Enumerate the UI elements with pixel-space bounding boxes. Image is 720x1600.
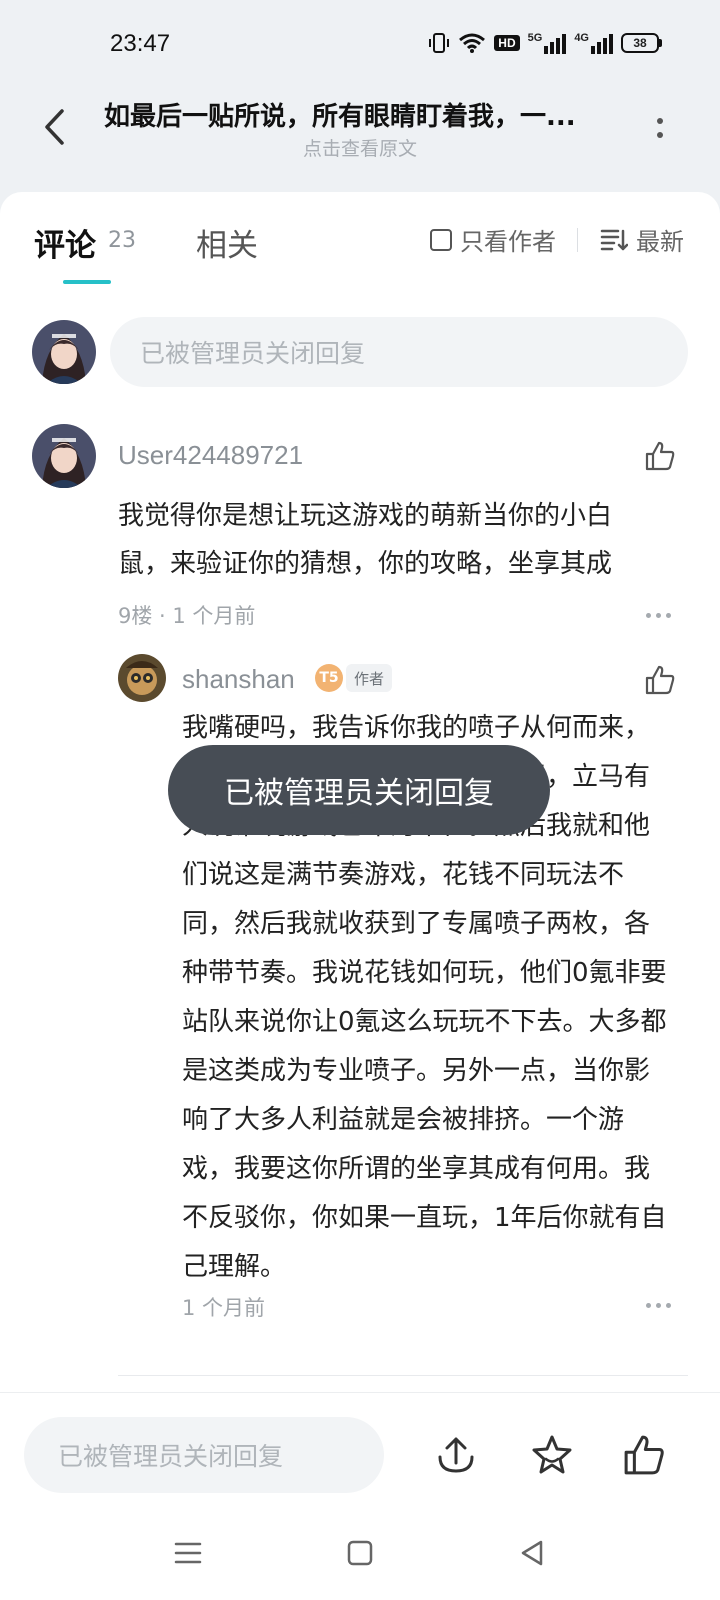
signal-5g-icon: 5G: [528, 32, 567, 54]
reply-username[interactable]: shanshan: [182, 664, 295, 695]
tab-related[interactable]: 相关: [196, 220, 258, 265]
system-nav-bar: [0, 1523, 720, 1600]
nav-menu-button[interactable]: [158, 1523, 218, 1583]
bottom-reply-input[interactable]: 已被管理员关闭回复: [24, 1417, 384, 1493]
active-tab-indicator: [63, 280, 111, 284]
tab-comments[interactable]: 评论: [34, 220, 96, 265]
nav-back-button[interactable]: [502, 1523, 562, 1583]
comment-username[interactable]: User424489721: [118, 440, 303, 471]
reply-more-button[interactable]: [646, 1303, 671, 1308]
like-icon: [645, 441, 675, 471]
reply-like-button[interactable]: [640, 660, 680, 700]
sort-label: 最新: [636, 228, 684, 256]
bottom-bar: 已被管理员关闭回复: [0, 1392, 720, 1600]
comment-like-button[interactable]: [640, 436, 680, 476]
menu-icon: [174, 1542, 202, 1564]
post-title[interactable]: 如最后一贴所说，所有眼睛盯着我，一...: [104, 96, 624, 133]
share-button[interactable]: [430, 1429, 482, 1481]
more-icon: [657, 118, 663, 124]
tab-bar: 评论 23 相关 只看作者 最新: [0, 192, 720, 292]
divider: [577, 228, 578, 252]
comment-text: 我觉得你是想让玩这游戏的萌新当你的小白鼠，来验证你的猜想，你的攻略，坐享其成: [118, 501, 613, 579]
more-button[interactable]: [650, 106, 670, 150]
back-triangle-icon: [521, 1540, 543, 1566]
reply-input[interactable]: 已被管理员关闭回复: [110, 317, 688, 387]
like-post-button[interactable]: [618, 1429, 670, 1481]
author-only-label: 只看作者: [460, 228, 556, 256]
view-original-link[interactable]: 点击查看原文: [0, 134, 720, 161]
signal-4g-icon: 4G: [574, 32, 613, 54]
like-icon: [624, 1435, 664, 1475]
wifi-icon: [459, 33, 486, 53]
reply-avatar[interactable]: [118, 654, 166, 702]
comment-avatar[interactable]: [32, 424, 96, 488]
status-icons: HD 5G 4G 38: [428, 32, 662, 54]
battery-level: 38: [621, 33, 659, 53]
checkbox-icon: [430, 228, 452, 251]
my-avatar[interactable]: [32, 320, 96, 384]
author-only-toggle[interactable]: 只看作者: [430, 222, 556, 257]
toast-message: 已被管理员关闭回复: [168, 745, 550, 835]
level-badge: T5: [315, 664, 343, 692]
more-dots-icon: [646, 1303, 651, 1308]
share-icon: [438, 1437, 474, 1473]
status-bar: 23:47 HD 5G 4G 38: [0, 0, 720, 92]
hd-icon: HD: [494, 35, 520, 51]
battery-icon: 38: [621, 33, 662, 53]
more-dots-icon: [646, 613, 651, 618]
like-icon: [645, 665, 675, 695]
reply-meta: 1 个月前: [182, 1296, 266, 1320]
sort-button[interactable]: 最新: [600, 222, 684, 257]
status-time: 23:47: [110, 30, 171, 57]
author-badge: 作者: [346, 664, 393, 692]
comment-meta: 9楼 · 1 个月前: [118, 604, 256, 628]
vibrate-icon: [429, 33, 450, 53]
favorite-button[interactable]: [526, 1429, 578, 1481]
comments-count: 23: [108, 228, 136, 253]
comment-more-button[interactable]: [646, 613, 671, 618]
home-icon: [347, 1540, 373, 1566]
nav-home-button[interactable]: [330, 1523, 390, 1583]
bottom-input-placeholder: 已被管理员关闭回复: [58, 1442, 284, 1471]
star-icon: [532, 1435, 572, 1474]
divider: [118, 1375, 688, 1376]
sort-icon: [600, 229, 628, 250]
reply-input-placeholder: 已被管理员关闭回复: [140, 339, 366, 368]
header: 如最后一贴所说，所有眼睛盯着我，一... 点击查看原文: [0, 92, 720, 192]
